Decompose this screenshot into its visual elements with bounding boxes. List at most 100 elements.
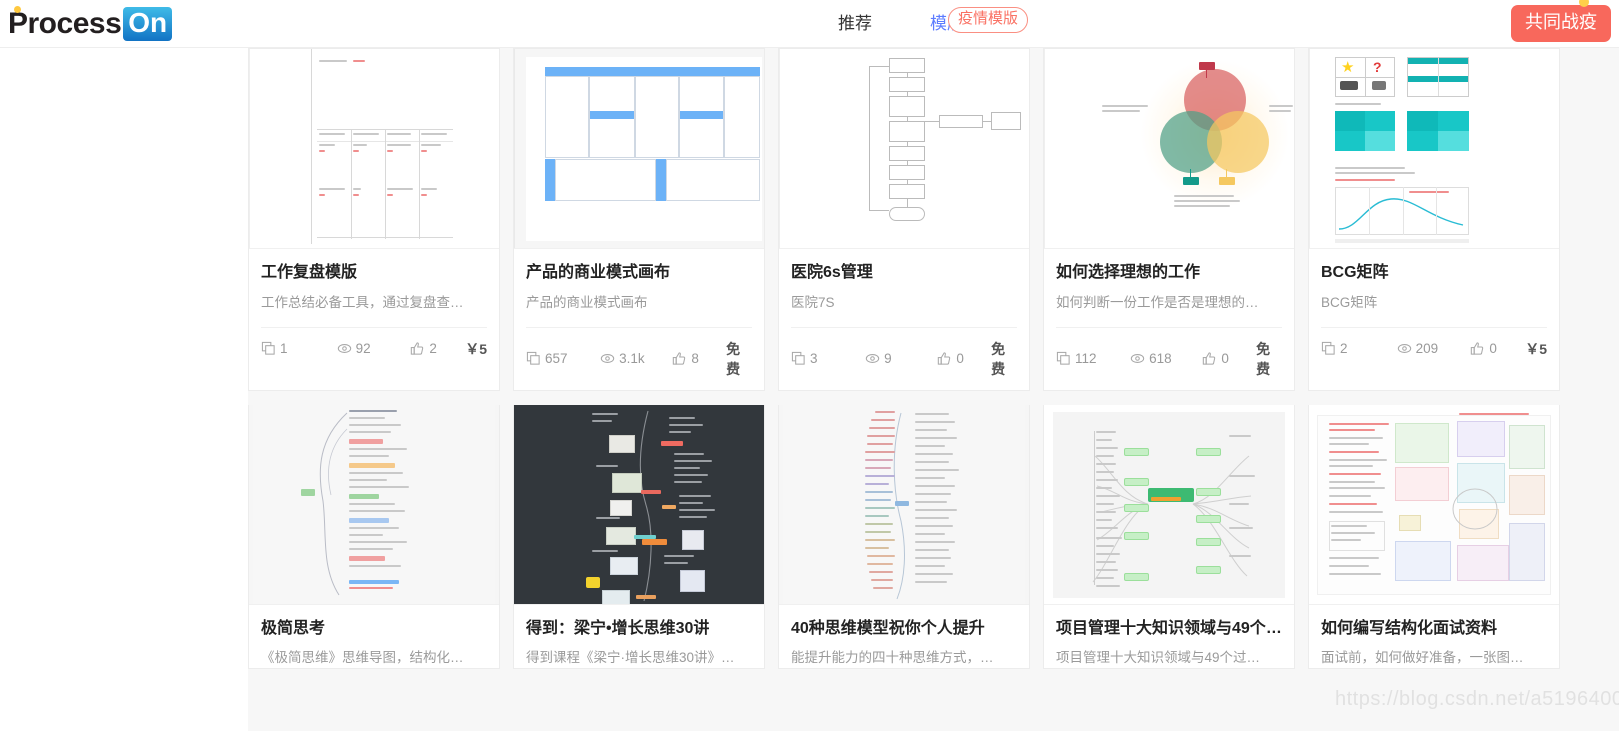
card-price: 免费 xyxy=(726,340,741,377)
stat-likes-value: 8 xyxy=(691,351,699,367)
card-title: 得到：梁宁•增长思维30讲 xyxy=(526,619,710,637)
stat-likes: 0 xyxy=(1202,351,1256,366)
nav-item-recommend[interactable]: 推荐 xyxy=(838,0,872,48)
eye-icon xyxy=(1130,351,1145,366)
nav-badge-epidemic-templates[interactable]: 疫情模版 xyxy=(948,7,1029,33)
stat-likes-value: 0 xyxy=(956,351,964,367)
card-stats: 657 3.1k 8 免费 xyxy=(526,326,752,390)
card-description: 如何判断一份工作是否是理想的… xyxy=(1056,294,1259,310)
template-card[interactable]: 40种思维模型祝你个人提升 能提升能力的四十种思维方式，… xyxy=(778,404,1030,670)
card-description: 医院7S xyxy=(791,294,835,310)
card-description: 能提升能力的四十种思维方式，… xyxy=(791,650,994,666)
stat-views-value: 92 xyxy=(355,341,371,357)
card-title: 产品的商业模式画布 xyxy=(526,264,671,281)
copy-icon xyxy=(261,341,276,356)
stat-copies-value: 112 xyxy=(1075,351,1097,367)
card-price: 免费 xyxy=(991,340,1006,377)
main-nav: 推荐 模版 xyxy=(838,0,964,48)
stat-copies-value: 2 xyxy=(1340,341,1348,357)
template-card[interactable]: 产品的商业模式画布 产品的商业模式画布 657 3.1k 8 免费 xyxy=(513,48,765,391)
stat-likes-value: 0 xyxy=(1489,341,1497,357)
stat-copies: 2 xyxy=(1321,341,1397,356)
thumbnail-business-canvas xyxy=(514,49,764,249)
top-header: Process On 推荐 模版 疫情模版 共同战疫 xyxy=(0,0,1619,48)
thumbs-up-icon xyxy=(1470,341,1485,356)
card-description: BCG矩阵 xyxy=(1321,294,1378,310)
card-price: ￥5 xyxy=(465,340,487,357)
stat-views-value: 3.1k xyxy=(619,351,645,367)
card-description: 面试前，如何做好准备，一张图… xyxy=(1321,650,1524,666)
card-description: 工作总结必备工具，通过复盘查… xyxy=(261,294,464,310)
card-title: 医院6s管理 xyxy=(791,264,873,281)
card-stats: 2 209 0 ￥5 xyxy=(1321,326,1547,370)
copy-icon xyxy=(791,351,806,366)
stat-copies-value: 3 xyxy=(810,351,818,367)
thumbnail-table-grid xyxy=(249,49,499,249)
logo-text: Process xyxy=(8,7,122,40)
template-card[interactable]: 极简思考 《极简思维》思维导图，结构化… xyxy=(248,404,500,670)
template-card[interactable]: 得到：梁宁•增长思维30讲 得到课程《梁宁·增长思维30讲》… xyxy=(513,404,765,670)
stat-views: 209 xyxy=(1397,341,1471,356)
logo-badge: On xyxy=(123,7,173,41)
card-description: 项目管理十大知识领域与49个过… xyxy=(1056,650,1261,666)
card-stats: 1 92 2 ￥5 xyxy=(261,326,487,370)
stat-copies: 1 xyxy=(261,341,337,356)
stat-likes: 2 xyxy=(410,341,465,356)
stat-views: 92 xyxy=(337,341,411,356)
stat-likes: 8 xyxy=(672,351,726,366)
stat-views-value: 9 xyxy=(884,351,892,367)
thumbs-up-icon xyxy=(1202,351,1217,366)
stat-likes-value: 0 xyxy=(1221,351,1229,367)
thumbnail-mindmap-tall xyxy=(779,404,1029,605)
thumbnail-bcg-matrix: ★ ? xyxy=(1309,49,1559,249)
card-description: 产品的商业模式画布 xyxy=(526,294,648,310)
thumbnail-mindmap-light xyxy=(249,404,499,605)
template-card[interactable]: 项目管理十大知识领域与49个过… 项目管理十大知识领域与49个过… xyxy=(1043,404,1295,670)
thumbs-up-icon xyxy=(410,341,425,356)
thumbs-up-icon xyxy=(672,351,687,366)
stat-likes-value: 2 xyxy=(429,341,437,357)
stat-views: 618 xyxy=(1130,351,1202,366)
card-title: BCG矩阵 xyxy=(1321,264,1389,281)
eye-icon xyxy=(1397,341,1412,356)
card-title: 工作复盘模版 xyxy=(261,264,358,281)
stat-copies-value: 1 xyxy=(280,341,288,357)
thumbnail-venn-diagram xyxy=(1044,49,1294,249)
card-title: 如何选择理想的工作 xyxy=(1056,264,1201,281)
card-title: 如何编写结构化面试资料 xyxy=(1321,619,1498,637)
stat-copies-value: 657 xyxy=(545,351,568,367)
copy-icon xyxy=(1321,341,1336,356)
stat-views-value: 618 xyxy=(1149,351,1172,367)
stat-views-value: 209 xyxy=(1415,341,1439,357)
stat-likes: 0 xyxy=(937,351,991,366)
thumbnail-mindmap-dark xyxy=(514,404,764,605)
template-card-grid: 工作复盘模版 工作总结必备工具，通过复盘查… 1 92 2 ￥5 产品的商业模式… xyxy=(248,48,1619,683)
copy-icon xyxy=(526,351,541,366)
card-price: 免费 xyxy=(1256,340,1271,377)
card-description: 《极简思维》思维导图，结构化… xyxy=(261,650,464,666)
template-card[interactable]: 医院6s管理 医院7S 3 9 0 免费 xyxy=(778,48,1030,391)
template-card[interactable]: 如何编写结构化面试资料 面试前，如何做好准备，一张图… xyxy=(1308,404,1560,670)
page-content: 工作复盘模版 工作总结必备工具，通过复盘查… 1 92 2 ￥5 产品的商业模式… xyxy=(0,48,1619,731)
thumbs-up-icon xyxy=(937,351,952,366)
card-description: 得到课程《梁宁·增长思维30讲》… xyxy=(526,650,735,666)
template-card[interactable]: 工作复盘模版 工作总结必备工具，通过复盘查… 1 92 2 ￥5 xyxy=(248,48,500,391)
stat-copies: 657 xyxy=(526,351,600,366)
card-title: 项目管理十大知识领域与49个过… xyxy=(1056,619,1282,637)
card-title: 极简思考 xyxy=(261,619,326,637)
eye-icon xyxy=(865,351,880,366)
fight-epidemic-button[interactable]: 共同战疫 xyxy=(1511,5,1611,42)
card-stats: 112 618 0 免费 xyxy=(1056,326,1282,390)
eye-icon xyxy=(600,351,615,366)
left-gutter xyxy=(0,48,248,731)
stat-copies: 3 xyxy=(791,351,865,366)
stat-copies: 112 xyxy=(1056,351,1130,366)
eye-icon xyxy=(337,341,352,356)
stat-views: 3.1k xyxy=(600,351,672,366)
template-card[interactable]: ★ ? BCG矩阵 BCG矩阵 2 209 0 ￥5 xyxy=(1308,48,1560,391)
card-price: ￥5 xyxy=(1525,340,1547,357)
processon-logo[interactable]: Process On xyxy=(8,4,173,44)
template-card[interactable]: 如何选择理想的工作 如何判断一份工作是否是理想的… 112 618 0 免费 xyxy=(1043,48,1295,391)
card-title: 40种思维模型祝你个人提升 xyxy=(791,619,985,637)
card-stats: 3 9 0 免费 xyxy=(791,326,1017,390)
